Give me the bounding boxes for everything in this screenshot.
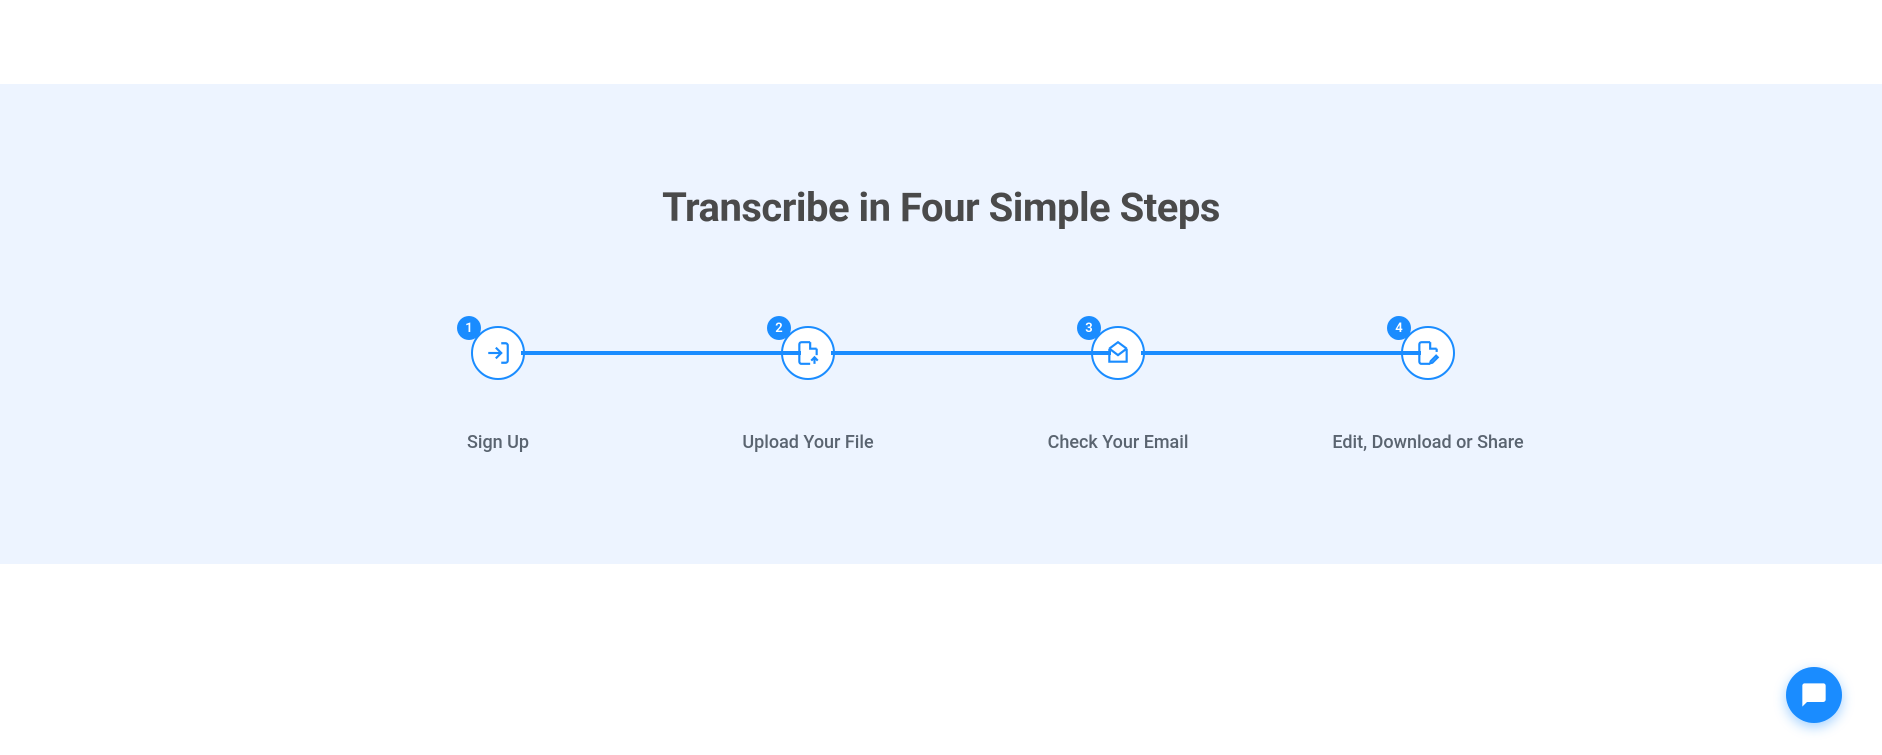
step-icon-wrapper: 1 [471, 326, 525, 380]
step-label: Edit, Download or Share [1332, 432, 1523, 453]
step-number-badge: 4 [1387, 316, 1411, 340]
step-number-badge: 1 [457, 316, 481, 340]
page-title: Transcribe in Four Simple Steps [662, 184, 1220, 231]
step-number-badge: 3 [1077, 316, 1101, 340]
hero-section: Transcribe in Four Simple Steps 1 Sign U… [0, 84, 1882, 564]
step-label: Sign Up [467, 432, 529, 453]
step-number-badge: 2 [767, 316, 791, 340]
step-connector [521, 351, 801, 355]
chat-button[interactable] [1786, 667, 1842, 723]
step-sign-up: 1 Sign Up [471, 326, 525, 380]
chat-icon [1800, 681, 1828, 709]
step-label: Check Your Email [1048, 432, 1189, 453]
sign-in-icon [485, 340, 511, 366]
step-connector [1141, 351, 1421, 355]
step-connector [831, 351, 1111, 355]
step-label: Upload Your File [742, 432, 873, 453]
